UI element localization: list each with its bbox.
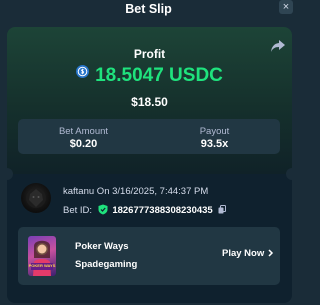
profit-usd-value: $18.50 [131,95,168,109]
play-now-label: Play Now [222,248,265,259]
lion-avatar-icon [26,188,46,208]
ticket-notch-right [286,168,292,180]
bet-id-row: Bet ID: 182677738830823043​5 [63,204,227,216]
bet-card: Profit 18.5047 USDC $18.50 Bet Amount $0… [7,27,292,303]
game-provider: Spadegaming [75,259,138,270]
profit-amount: 18.5047 USDC [95,65,223,86]
bet-id-value[interactable]: 182677738830823043​5 [112,205,212,216]
bet-id-label: Bet ID: [63,205,93,216]
profit-label: Profit [133,47,166,61]
bet-user-timestamp: kaftanu On 3/16/2025, 7:44:37 PM [63,186,209,197]
profit-section: Profit 18.5047 USDC $18.50 Bet Amount $0… [7,27,292,174]
close-button[interactable]: × [279,0,293,14]
game-name: Poker Ways [75,241,129,252]
avatar [21,183,51,213]
profit-amount-row: 18.5047 USDC [7,65,292,87]
game-thumbnail[interactable]: POKER WAYS [28,236,56,276]
copy-icon[interactable] [218,205,227,214]
shield-check-icon [98,204,108,215]
payout-value: 93.5x [200,138,229,150]
payout-label: Payout [199,126,230,137]
usdc-icon [76,65,90,78]
play-now-button[interactable]: Play Now [222,248,274,259]
chevron-right-icon [268,249,274,257]
game-thumbnail-text: POKER WAYS [28,263,56,268]
bet-slip-title: Bet Slip [125,2,172,16]
bet-slip-header: Bet Slip × [0,0,297,22]
close-icon: × [282,1,290,13]
bet-stats-panel: Bet Amount $0.20 Payout 93.5x [18,119,280,154]
bet-amount-label: Bet Amount [58,126,109,137]
bet-amount-value: $0.20 [69,138,98,150]
game-thumbnail-art [31,240,53,276]
game-card[interactable]: POKER WAYS Poker Ways Spadegaming Play N… [18,227,280,285]
